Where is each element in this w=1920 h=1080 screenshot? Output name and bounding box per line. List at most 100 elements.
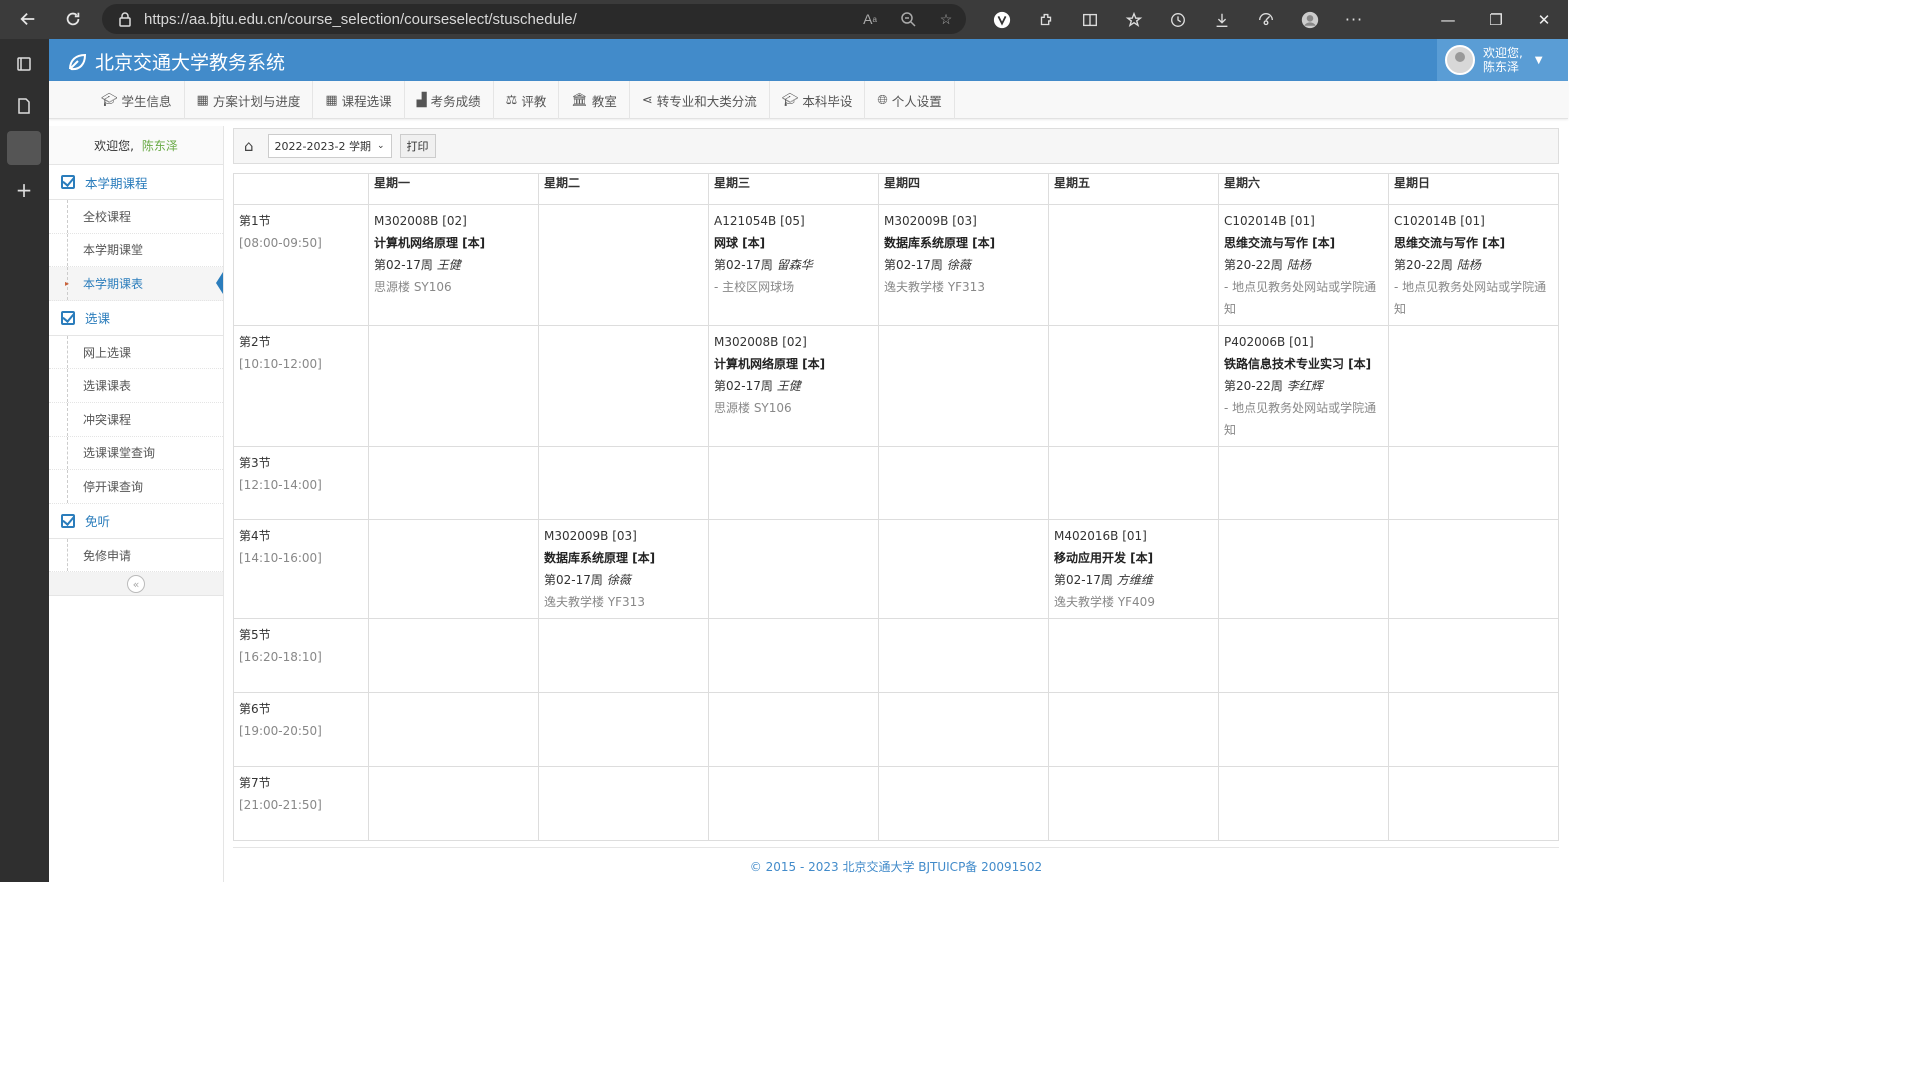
- table-row: 第4节 [14:10-16:00] M302009B [03] 数据库系统原理 [本]…: [233, 519, 1559, 619]
- slot-cell: 第4节 [14:10-16:00]: [233, 519, 369, 619]
- more-menu-icon[interactable]: ···: [1332, 0, 1376, 39]
- schedule-cell: [1388, 618, 1559, 693]
- chart-icon: ▟: [416, 92, 427, 108]
- slot-name: 第3节: [239, 456, 271, 470]
- sidebar-group-selection[interactable]: 选课: [49, 301, 223, 336]
- schedule-cell: [1218, 446, 1389, 520]
- sidebar-group-current-courses[interactable]: 本学期课程: [49, 165, 223, 200]
- schedule-cell: [368, 618, 539, 693]
- download-icon[interactable]: [1200, 0, 1244, 39]
- course-weeks: 第02-17周: [714, 258, 773, 272]
- table-header-row: 星期一 星期二 星期三 星期四 星期五 星期六 星期日: [233, 173, 1559, 205]
- caret-down-icon: ▼: [1534, 54, 1543, 66]
- course-cell: P402006B [01] 铁路信息技术专业实习 [本] 第20-22周 李红辉 - …: [1218, 325, 1389, 447]
- course-weeks: 第20-22周: [1224, 379, 1283, 393]
- checkbox-icon: [61, 310, 75, 325]
- course-code: A121054B [05]: [714, 214, 805, 228]
- course-teacher: 王健: [436, 258, 461, 272]
- course-weeks-line: 第02-17周 王健: [374, 254, 533, 276]
- vertical-tabs: +: [0, 39, 49, 882]
- nav-personal-settings[interactable]: 🌐︎ 个人设置: [865, 81, 955, 119]
- caret-right-icon: ▸: [65, 278, 70, 288]
- schedule-cell: [878, 766, 1049, 841]
- zoom-icon[interactable]: [898, 10, 918, 28]
- app-logo[interactable]: 北京交通大学教务系统: [67, 48, 285, 75]
- page-tab-icon[interactable]: [7, 89, 41, 123]
- sidebar-item-current-schedule[interactable]: ▸ 本学期课表: [49, 267, 223, 301]
- sidebar-item-current-classes[interactable]: 本学期课堂: [49, 233, 223, 268]
- slot-cell: 第1节 [08:00-09:50]: [233, 204, 369, 326]
- home-icon[interactable]: ⌂: [244, 137, 254, 155]
- extension-v-icon[interactable]: [980, 0, 1024, 39]
- sidebar-group-exemption[interactable]: 免听: [49, 504, 223, 539]
- course-room: - 地点见教务处网站或学院通知: [1224, 280, 1377, 316]
- schedule-cell: [1388, 692, 1559, 767]
- history-icon[interactable]: [1156, 0, 1200, 39]
- slot-cell: 第3节 [12:10-14:00]: [233, 446, 369, 520]
- minimize-icon[interactable]: —: [1424, 0, 1472, 39]
- course-cell: M302008B [02] 计算机网络原理 [本] 第02-17周 王健 思源楼 SY…: [708, 325, 879, 447]
- sidebar-item-conflict-courses[interactable]: 冲突课程: [49, 402, 223, 437]
- nav-student-info[interactable]: 🎓︎ 学生信息: [89, 81, 185, 119]
- double-chevron-left-icon[interactable]: «: [127, 575, 145, 594]
- course-weeks-line: 第20-22周 陆杨: [1394, 254, 1553, 276]
- course-code: M302009B [03]: [884, 214, 977, 228]
- nav-course-selection[interactable]: ▦ 课程选课: [313, 81, 405, 119]
- app-title: 北京交通大学教务系统: [95, 52, 286, 74]
- user-menu[interactable]: 欢迎您, 陈东泽 ▼: [1437, 39, 1568, 81]
- favorite-star-icon[interactable]: ☆: [936, 10, 956, 28]
- schedule-cell: [1048, 446, 1219, 520]
- refresh-icon[interactable]: [55, 1, 91, 37]
- graduation-cap-icon: 🎓︎: [101, 92, 118, 108]
- close-icon[interactable]: ✕: [1520, 0, 1568, 39]
- read-aloud-icon[interactable]: Aa: [860, 10, 880, 28]
- sidebar-item-exemption-apply[interactable]: 免修申请: [49, 538, 223, 573]
- schedule-cell: [1218, 519, 1389, 619]
- split-screen-icon[interactable]: [1068, 0, 1112, 39]
- back-icon[interactable]: [10, 1, 46, 37]
- course-name: 思维交流与写作 [本]: [1224, 236, 1336, 250]
- active-tab[interactable]: [7, 131, 41, 165]
- sidebar-item-class-query[interactable]: 选课课堂查询: [49, 436, 223, 471]
- nav-plan-progress[interactable]: ▦ 方案计划与进度: [185, 81, 314, 119]
- course-code: M302008B [02]: [714, 335, 807, 349]
- slot-name: 第6节: [239, 702, 271, 716]
- performance-icon[interactable]: [1244, 0, 1288, 39]
- print-button[interactable]: 打印: [399, 134, 436, 158]
- slot-cell: 第2节 [10:10-12:00]: [233, 325, 369, 447]
- nav-exam-grades[interactable]: ▟ 考务成绩: [405, 81, 494, 119]
- favorites-icon[interactable]: [1112, 0, 1156, 39]
- table-header-day: 星期日: [1388, 173, 1559, 205]
- course-name: 铁路信息技术专业实习 [本]: [1224, 357, 1372, 371]
- schedule-cell: [708, 692, 879, 767]
- sidebar-item-cancelled-query[interactable]: 停开课查询: [49, 470, 223, 504]
- calendar-icon: ▦: [325, 92, 338, 108]
- bank-icon: 🏛︎: [571, 92, 588, 108]
- nav-major-transfer[interactable]: ⋖ 转专业和大类分流: [630, 81, 770, 119]
- restore-icon[interactable]: ❐: [1472, 0, 1520, 39]
- nav-graduation-project[interactable]: 🎓︎ 本科毕设: [770, 81, 866, 119]
- schedule-cell: [1048, 325, 1219, 447]
- extensions-icon[interactable]: [1024, 0, 1068, 39]
- course-teacher: 王健: [776, 379, 801, 393]
- sidebar-item-all-courses[interactable]: 全校课程: [49, 200, 223, 234]
- sidebar-collapse-bar: «: [49, 572, 223, 597]
- course-teacher: 徐薇: [946, 258, 971, 272]
- semester-select[interactable]: 2022-2023-2 学期 ⌄: [267, 134, 392, 158]
- sidebar: 欢迎您, 陈东泽 本学期课程 全校课程 本学期课堂 ▸ 本学期课表 选课 网上选课…: [49, 126, 224, 882]
- course-room: 逸夫教学楼 YF409: [1054, 595, 1155, 609]
- profile-icon[interactable]: [1288, 0, 1332, 39]
- nav-classroom[interactable]: 🏛︎ 教室: [559, 81, 630, 119]
- sidebar-item-selection-schedule[interactable]: 选课课表: [49, 369, 223, 403]
- tab-actions-icon[interactable]: [7, 47, 41, 81]
- new-tab-icon[interactable]: +: [7, 173, 41, 207]
- nav-evaluation[interactable]: ⚖︎ 评教: [494, 81, 560, 119]
- address-bar[interactable]: https://aa.bjtu.edu.cn/course_selection/…: [102, 4, 966, 34]
- sidebar-item-online-selection[interactable]: 网上选课: [49, 335, 223, 370]
- course-teacher: 留森华: [776, 258, 813, 272]
- page-footer: © 2015 - 2023 北京交通大学 BJTUICP备 20091502: [233, 847, 1559, 875]
- course-cell: C102014B [01] 思维交流与写作 [本] 第20-22周 陆杨 - 地点见教…: [1388, 204, 1559, 326]
- course-room: 思源楼 SY106: [374, 280, 452, 294]
- course-name: 网球 [本]: [714, 236, 766, 250]
- table-header-day: 星期五: [1048, 173, 1219, 205]
